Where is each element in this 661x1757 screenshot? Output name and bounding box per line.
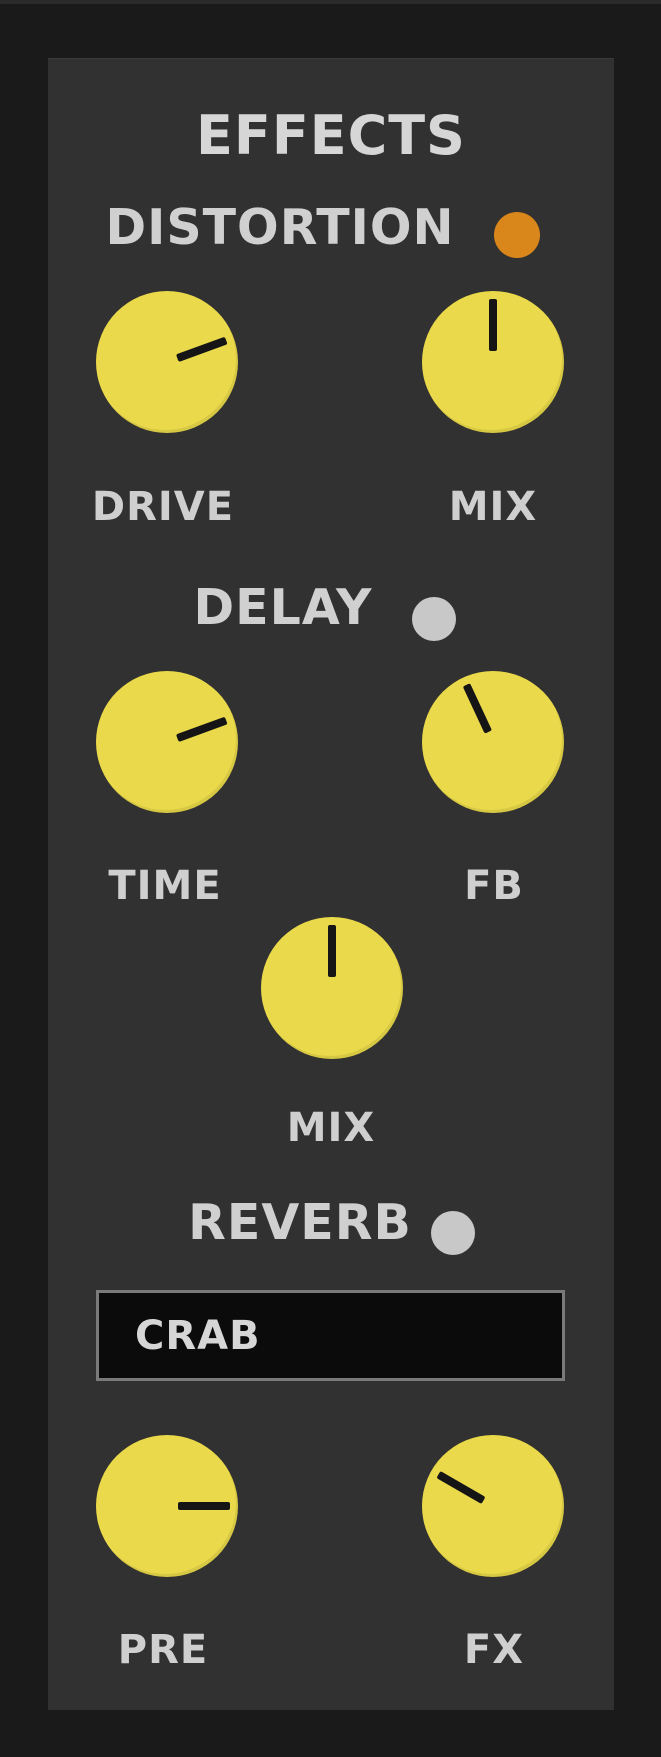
reverb-preset-selector[interactable]: CRAB: [96, 1290, 565, 1381]
delay-mix-knob[interactable]: [261, 917, 403, 1059]
knob-pointer: [328, 925, 336, 977]
delay-time-knob[interactable]: [96, 671, 238, 813]
delay-label: DELAY: [193, 579, 373, 636]
delay-enable-led[interactable]: [412, 597, 456, 641]
reverb-pre-label: PRE: [117, 1627, 209, 1673]
distortion-mix-label: MIX: [448, 484, 538, 530]
distortion-label: DISTORTION: [105, 199, 455, 256]
reverb-preset-value: CRAB: [135, 1313, 261, 1359]
distortion-enable-led[interactable]: [494, 212, 540, 258]
delay-fb-knob[interactable]: [422, 671, 564, 813]
panel-title: EFFECTS: [196, 104, 466, 167]
reverb-enable-led[interactable]: [431, 1211, 475, 1255]
effects-panel: EFFECTS DISTORTION DRIVE MIX DELAY TIME …: [48, 58, 614, 1710]
knob-pointer: [178, 1502, 230, 1510]
distortion-mix-knob[interactable]: [422, 291, 564, 433]
reverb-label: REVERB: [188, 1194, 412, 1251]
delay-fb-label: FB: [464, 863, 524, 909]
distortion-drive-knob[interactable]: [96, 291, 238, 433]
distortion-drive-label: DRIVE: [91, 484, 235, 530]
window-top-border: [0, 0, 661, 4]
knob-pointer: [489, 299, 497, 351]
reverb-fx-knob[interactable]: [422, 1435, 564, 1577]
knob-pointer: [175, 336, 228, 362]
delay-time-label: TIME: [108, 863, 222, 909]
delay-mix-label: MIX: [286, 1105, 376, 1151]
reverb-pre-knob[interactable]: [96, 1435, 238, 1577]
reverb-fx-label: FX: [463, 1627, 525, 1673]
knob-pointer: [462, 683, 492, 734]
knob-pointer: [436, 1471, 486, 1504]
knob-pointer: [175, 716, 228, 742]
